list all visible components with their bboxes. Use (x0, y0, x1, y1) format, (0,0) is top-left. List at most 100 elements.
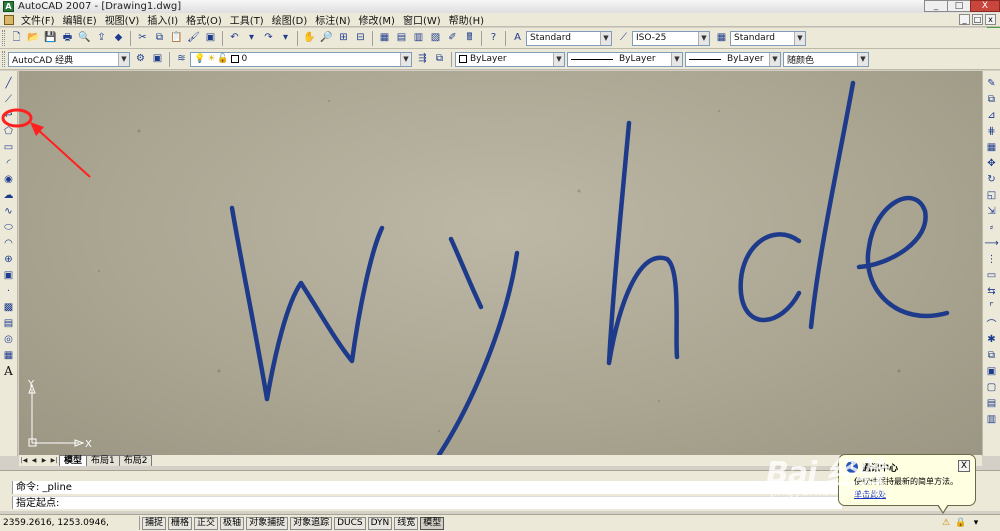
help-icon[interactable]: ? (486, 31, 501, 46)
undo-dropdown-icon[interactable]: ▾ (244, 31, 259, 46)
above-icon[interactable]: ▤ (985, 396, 999, 410)
menu-file[interactable]: 文件(F) (17, 12, 59, 27)
chamfer-icon[interactable]: ⌜ (985, 300, 999, 314)
array-icon[interactable]: ▦ (985, 140, 999, 154)
erase-icon[interactable]: ✎ (985, 76, 999, 90)
break-point-icon[interactable]: ⋮ (985, 252, 999, 266)
balloon-link[interactable]: 单击此处 (854, 489, 886, 500)
scale-icon[interactable]: ◱ (985, 188, 999, 202)
copy-icon[interactable]: ⧉ (152, 31, 167, 46)
menu-window[interactable]: 窗口(W) (399, 12, 445, 27)
table-style-select[interactable]: Standard ▼ (730, 30, 806, 46)
menu-dimension[interactable]: 标注(N) (311, 12, 354, 27)
menu-format[interactable]: 格式(O) (182, 12, 226, 27)
move-icon[interactable]: ✥ (985, 156, 999, 170)
mirror-icon[interactable]: ⊿ (985, 108, 999, 122)
fillet-icon[interactable]: ⌒ (985, 316, 999, 331)
bring-front-icon[interactable]: ▣ (985, 364, 999, 378)
hatch-icon[interactable]: ▩ (2, 300, 16, 314)
draw-order-icon[interactable]: ⧉ (985, 348, 999, 362)
explode-icon[interactable]: ✱ (985, 332, 999, 346)
line-icon[interactable]: ╱ (2, 76, 16, 90)
minimize-button[interactable]: _ (924, 0, 948, 12)
ducs-toggle[interactable]: DUCS (334, 516, 366, 530)
last-layout-button[interactable]: ▶| (49, 456, 59, 466)
save-icon[interactable]: 💾 (43, 31, 58, 46)
copy-icon[interactable]: ⧉ (985, 92, 999, 106)
menu-edit[interactable]: 编辑(E) (59, 12, 101, 27)
toolbar-grip[interactable] (2, 51, 5, 67)
workspace-settings-icon[interactable]: ⚙ (133, 52, 148, 67)
color-select[interactable]: ByLayer ▼ (455, 51, 565, 67)
trim-icon[interactable]: ⸗ (985, 220, 999, 234)
layer-manager-icon[interactable]: ≋ (174, 52, 189, 67)
insert-block-icon[interactable]: ⊕ (2, 252, 16, 266)
stretch-icon[interactable]: ⇲ (985, 204, 999, 218)
menu-help[interactable]: 帮助(H) (445, 12, 488, 27)
model-space-toggle[interactable]: 模型 (420, 516, 445, 530)
workspace-select[interactable]: AutoCAD 经典 ▼ (8, 51, 130, 67)
status-menu-chevron-icon[interactable]: ▾ (970, 517, 982, 529)
otrack-toggle[interactable]: 对象追踪 (290, 516, 333, 530)
sheet-set-icon[interactable]: ▧ (428, 31, 443, 46)
undo-icon[interactable]: ↶ (227, 31, 242, 46)
menu-view[interactable]: 视图(V) (101, 12, 144, 27)
chevron-down-icon[interactable]: ▼ (671, 52, 682, 66)
drawing-canvas[interactable]: Y X (19, 71, 982, 455)
coordinate-readout[interactable]: 2359.2616, 1253.0946, 0.0000 (0, 516, 140, 530)
zoom-previous-icon[interactable]: ⊟ (353, 31, 368, 46)
text-style-select[interactable]: Standard ▼ (526, 30, 612, 46)
match-properties-icon[interactable]: 🖌 (186, 31, 201, 46)
warning-icon[interactable]: ⚠ (940, 517, 952, 529)
block-editor-icon[interactable]: ▣ (203, 31, 218, 46)
menu-tools[interactable]: 工具(T) (226, 12, 268, 27)
rotate-icon[interactable]: ↻ (985, 172, 999, 186)
next-layout-button[interactable]: ▶ (39, 456, 49, 466)
gradient-icon[interactable]: ▤ (2, 316, 16, 330)
new-file-icon[interactable]: 🗋 (9, 31, 24, 46)
region-icon[interactable]: ◎ (2, 332, 16, 346)
design-center-icon[interactable]: ▤ (394, 31, 409, 46)
menu-draw[interactable]: 绘图(D) (268, 12, 312, 27)
3d-dwf-icon[interactable]: ◆ (111, 31, 126, 46)
doc-close-button[interactable]: x (985, 14, 996, 25)
close-button[interactable]: X (970, 0, 1000, 12)
table-style-icon[interactable]: ▦ (714, 31, 729, 46)
chevron-down-icon[interactable]: ▼ (857, 52, 868, 66)
offset-icon[interactable]: ⋕ (985, 124, 999, 138)
chevron-down-icon[interactable]: ▼ (118, 52, 129, 66)
lineweight-toggle[interactable]: 线宽 (394, 516, 419, 530)
below-icon[interactable]: ▥ (985, 412, 999, 426)
extend-icon[interactable]: ⟶ (984, 236, 998, 250)
menu-modify[interactable]: 修改(M) (355, 12, 399, 27)
markup-set-icon[interactable]: ✐ (445, 31, 460, 46)
osnap-toggle[interactable]: 对象捕捉 (246, 516, 289, 530)
ellipse-icon[interactable]: ⬭ (2, 220, 16, 234)
snap-toggle[interactable]: 捕捉 (142, 516, 167, 530)
prev-layout-button[interactable]: ◀ (29, 456, 39, 466)
lineweight-select[interactable]: ByLayer ▼ (685, 51, 781, 67)
make-object-layer-current-icon[interactable]: ⇶ (415, 52, 430, 67)
plot-icon[interactable]: 🖶 (60, 31, 75, 46)
tab-model[interactable]: 模型 (59, 455, 88, 466)
polar-toggle[interactable]: 极轴 (220, 516, 245, 530)
dim-style-select[interactable]: ISO-25 ▼ (632, 30, 710, 46)
join-icon[interactable]: ⇆ (985, 284, 999, 298)
properties-icon[interactable]: ▦ (377, 31, 392, 46)
redo-dropdown-icon[interactable]: ▾ (278, 31, 293, 46)
revision-cloud-icon[interactable]: ☁ (2, 188, 16, 202)
grid-toggle[interactable]: 栅格 (168, 516, 193, 530)
text-style-icon[interactable]: A (510, 31, 525, 46)
chevron-down-icon[interactable]: ▼ (600, 31, 611, 45)
ellipse-arc-icon[interactable]: ◠ (2, 236, 16, 250)
chevron-down-icon[interactable]: ▼ (553, 52, 564, 66)
menu-insert[interactable]: 插入(I) (143, 12, 182, 27)
linetype-select[interactable]: ByLayer ▼ (567, 51, 683, 67)
break-icon[interactable]: ▭ (985, 268, 999, 282)
point-icon[interactable]: · (2, 284, 16, 298)
chevron-down-icon[interactable]: ▼ (400, 52, 411, 66)
layer-select[interactable]: 💡 ☀ 🔓 0 ▼ (190, 51, 412, 67)
document-icon[interactable] (4, 14, 14, 25)
construction-line-icon[interactable]: ⟋ (2, 92, 16, 106)
toolbar-grip[interactable] (2, 30, 5, 46)
